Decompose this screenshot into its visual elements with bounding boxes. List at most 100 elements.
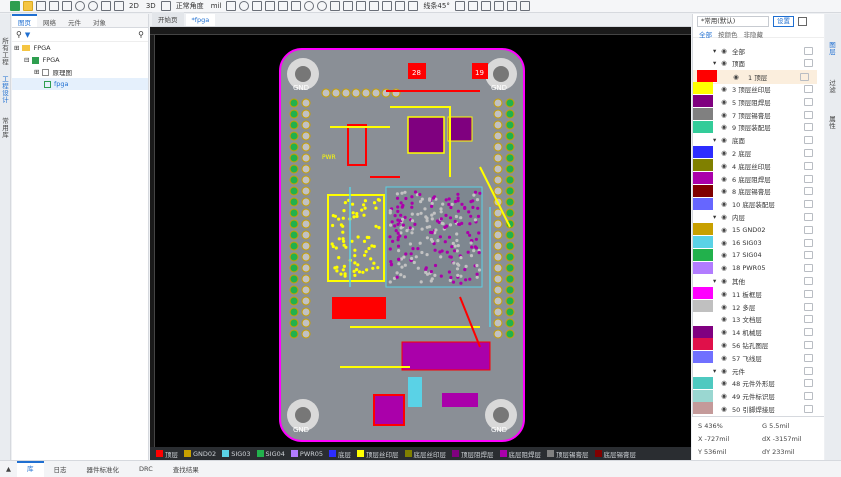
no-entry-icon[interactable] xyxy=(317,1,328,11)
layer-switch-item[interactable]: 底层阻焊层 xyxy=(499,449,541,459)
visibility-eye-icon[interactable]: ◉ xyxy=(719,354,729,362)
layer-switch-item[interactable]: 顶层阻焊层 xyxy=(452,449,494,459)
layer-color-swatch[interactable] xyxy=(693,300,713,313)
layer-row[interactable]: ◉ 7 顶层锡膏层 xyxy=(693,108,817,121)
layer-color-swatch[interactable] xyxy=(693,120,713,134)
layer-color-swatch[interactable] xyxy=(693,172,713,185)
lock-icon[interactable] xyxy=(804,264,813,273)
visibility-eye-icon[interactable]: ◉ xyxy=(719,59,729,67)
layer-group-row[interactable]: ▾ ◉ 底面 xyxy=(693,134,817,147)
gerber-icon[interactable] xyxy=(493,1,504,11)
lock-icon[interactable] xyxy=(804,225,813,234)
visibility-eye-icon[interactable]: ◉ xyxy=(719,136,729,144)
layer-color-swatch[interactable] xyxy=(693,159,713,173)
visibility-eye-icon[interactable]: ◉ xyxy=(719,111,729,119)
layer-color-swatch[interactable] xyxy=(693,184,713,198)
text-tool-icon[interactable] xyxy=(343,1,354,11)
ellipse-tool-icon[interactable] xyxy=(304,1,315,11)
layer-color-swatch[interactable] xyxy=(693,236,713,249)
print-icon[interactable] xyxy=(62,1,72,11)
visibility-eye-icon[interactable]: ◉ xyxy=(719,239,729,247)
collapse-icon[interactable]: ⊟ xyxy=(24,56,29,64)
layer-color-swatch[interactable] xyxy=(693,389,713,403)
lock-icon[interactable] xyxy=(804,212,813,221)
fit-view-icon[interactable] xyxy=(226,1,237,11)
visibility-eye-icon[interactable]: ◉ xyxy=(719,98,729,106)
lock-icon[interactable] xyxy=(804,238,813,247)
layer-color-swatch[interactable] xyxy=(693,223,713,237)
layer-color-swatch[interactable] xyxy=(693,351,713,365)
route-style-icon[interactable] xyxy=(408,1,419,11)
visibility-eye-icon[interactable]: ◉ xyxy=(719,367,729,375)
layer-switch-item[interactable]: 顶层丝印层 xyxy=(357,449,399,459)
lock-icon[interactable] xyxy=(804,46,813,55)
camera-icon[interactable] xyxy=(160,1,171,11)
layer-group-row[interactable]: ▾ ◉ 内层 xyxy=(693,210,817,223)
lock-icon[interactable] xyxy=(804,97,813,106)
angle-select[interactable]: 正常角度 xyxy=(174,1,206,11)
layer-group-row[interactable]: ▾ ◉ 其他 xyxy=(693,274,817,287)
undo-icon[interactable] xyxy=(75,1,85,11)
new-file-icon[interactable] xyxy=(36,1,46,11)
layer-color-swatch[interactable] xyxy=(693,312,713,326)
side-tab-common-lib[interactable]: 常用库 xyxy=(1,118,10,139)
view-2d-button[interactable]: 2D xyxy=(127,2,141,10)
lock-icon[interactable] xyxy=(800,72,809,81)
layer-row[interactable]: ◉ 9 顶层装配层 xyxy=(693,120,817,134)
lock-icon[interactable] xyxy=(804,161,813,170)
side-tab-properties[interactable]: 属性 xyxy=(828,116,837,130)
visibility-eye-icon[interactable]: ◉ xyxy=(719,277,729,285)
tree-item-schematic[interactable]: ⊞ 原理图 xyxy=(12,66,148,78)
area-tool-icon[interactable] xyxy=(278,1,289,11)
layer-color-swatch[interactable] xyxy=(693,95,713,109)
layer-switch-item[interactable]: 顶层锡膏层 xyxy=(547,449,589,459)
layer-switch-item[interactable]: 底层锡膏层 xyxy=(594,449,636,459)
layer-switch-item[interactable]: SIG03 xyxy=(222,450,251,458)
open-folder-icon[interactable] xyxy=(23,1,33,11)
tab-drc[interactable]: DRC xyxy=(129,465,163,473)
tab-fpga-pcb[interactable]: *fpga xyxy=(185,14,216,26)
layer-row[interactable]: ◉ 2 底层 xyxy=(693,146,817,160)
layer-row[interactable]: ◉ 49 元件标识层 xyxy=(693,389,817,403)
layer-group-row[interactable]: ▾ ◉ 顶面 xyxy=(693,57,817,70)
lock-icon[interactable] xyxy=(804,110,813,119)
layer-row[interactable]: ◉ 3 顶层丝印层 xyxy=(693,82,817,96)
routing-angle-select[interactable]: 线条45° xyxy=(421,1,451,11)
pcb-canvas[interactable]: GND GND GND GND 28 19 PWR xyxy=(150,27,691,447)
layer-row[interactable]: ◉ 11 板框层 xyxy=(693,287,817,301)
layer-switch-item[interactable]: GND02 xyxy=(184,450,216,458)
visibility-eye-icon[interactable]: ◉ xyxy=(719,341,729,349)
lock-icon[interactable] xyxy=(804,251,813,260)
lock-icon[interactable] xyxy=(804,392,813,401)
side-tab-project-design[interactable]: 工程设计 xyxy=(1,76,10,104)
rect-tool-icon[interactable] xyxy=(265,1,276,11)
line-tool-icon[interactable] xyxy=(330,1,341,11)
pick-place-icon[interactable] xyxy=(506,1,517,11)
tab-library[interactable]: 库 xyxy=(17,461,44,477)
visibility-eye-icon[interactable]: ◉ xyxy=(719,162,729,170)
layer-color-swatch[interactable] xyxy=(697,70,717,84)
layer-color-swatch[interactable] xyxy=(693,287,713,301)
visibility-eye-icon[interactable]: ◉ xyxy=(719,187,729,195)
visibility-eye-icon[interactable]: ◉ xyxy=(719,123,729,131)
lock-icon[interactable] xyxy=(804,123,813,132)
tab-sheets[interactable]: 图页 xyxy=(12,14,37,27)
measure-icon[interactable] xyxy=(369,1,380,11)
unit-select[interactable]: mil xyxy=(209,2,224,10)
lock-icon[interactable] xyxy=(804,353,813,362)
lock-icon[interactable] xyxy=(804,379,813,388)
route-tool-icon[interactable] xyxy=(356,1,367,11)
lock-icon[interactable] xyxy=(804,136,813,145)
visibility-eye-icon[interactable]: ◉ xyxy=(719,213,729,221)
layer-color-swatch[interactable] xyxy=(693,197,713,211)
layer-row[interactable]: ◉ 57 飞线层 xyxy=(693,351,817,365)
pin-tool-icon[interactable] xyxy=(252,1,263,11)
layer-settings-button[interactable]: 设置 xyxy=(773,15,794,27)
side-tab-filter[interactable]: 过滤 xyxy=(828,80,837,94)
visibility-eye-icon[interactable]: ◉ xyxy=(731,73,741,81)
side-tab-all-projects[interactable]: 所有工程 xyxy=(1,38,10,66)
layer-switch-item[interactable]: 底层 xyxy=(329,449,351,459)
layer-row[interactable]: ◉ 56 钻孔图层 xyxy=(693,338,817,352)
tab-find-results[interactable]: 查找结果 xyxy=(163,464,209,474)
layer-color-swatch[interactable] xyxy=(693,146,713,160)
